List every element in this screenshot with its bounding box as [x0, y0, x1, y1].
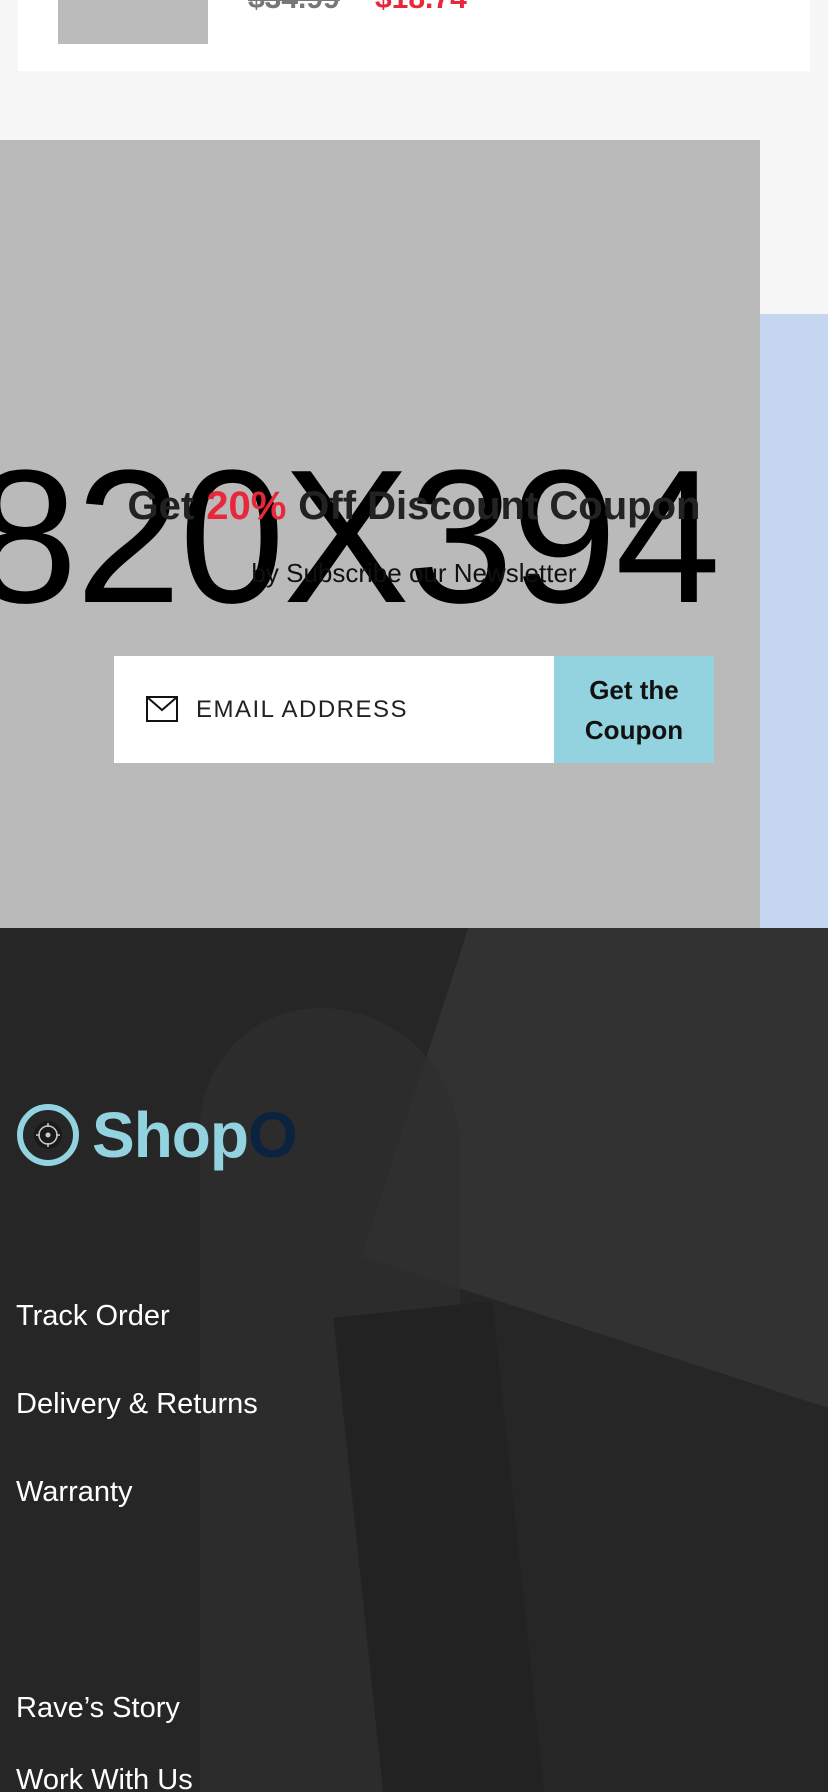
- get-coupon-button[interactable]: Get the Coupon: [554, 656, 714, 763]
- product-old-price: $34.99: [248, 0, 340, 16]
- coupon-title-lead: Get: [127, 484, 195, 528]
- footer-link-warranty[interactable]: Warranty: [16, 1476, 133, 1509]
- coupon-percent: 20%: [206, 484, 287, 528]
- logo-text-light: Shop: [92, 1099, 249, 1171]
- product-thumbnail[interactable]: [58, 0, 208, 44]
- footer-link-work-with-us[interactable]: Work With Us: [16, 1764, 193, 1792]
- target-logo-icon: [17, 1104, 79, 1166]
- product-sale-price: $18.74: [375, 0, 467, 16]
- shopo-logo[interactable]: ShopO: [16, 1100, 298, 1170]
- footer-link-delivery-returns[interactable]: Delivery & Returns: [16, 1388, 258, 1421]
- mail-icon: [146, 696, 178, 722]
- logo-text-dark: O: [247, 1099, 298, 1171]
- coupon-subtitle: by Subscribe our Newsletter: [251, 558, 577, 588]
- email-input[interactable]: [194, 686, 538, 734]
- footer-link-raves-story[interactable]: Rave’s Story: [16, 1692, 180, 1725]
- site-footer: ShopO Track Order Delivery & Returns War…: [0, 928, 828, 1792]
- logo-wordmark: ShopO: [92, 1103, 298, 1167]
- email-field-container[interactable]: [114, 656, 554, 763]
- newsletter-banner: 820X394 Get 20% Off Discount Coupon by Sub…: [0, 140, 760, 928]
- footer-link-track-order[interactable]: Track Order: [16, 1300, 170, 1333]
- side-decoration: [760, 314, 828, 928]
- image-placeholder-label: 820X394: [0, 431, 721, 643]
- coupon-title: Get 20% Off Discount Coupon: [0, 484, 760, 529]
- product-card[interactable]: $34.99 $18.74: [18, 0, 810, 71]
- coupon-title-tail: Off Discount Coupon: [298, 484, 701, 528]
